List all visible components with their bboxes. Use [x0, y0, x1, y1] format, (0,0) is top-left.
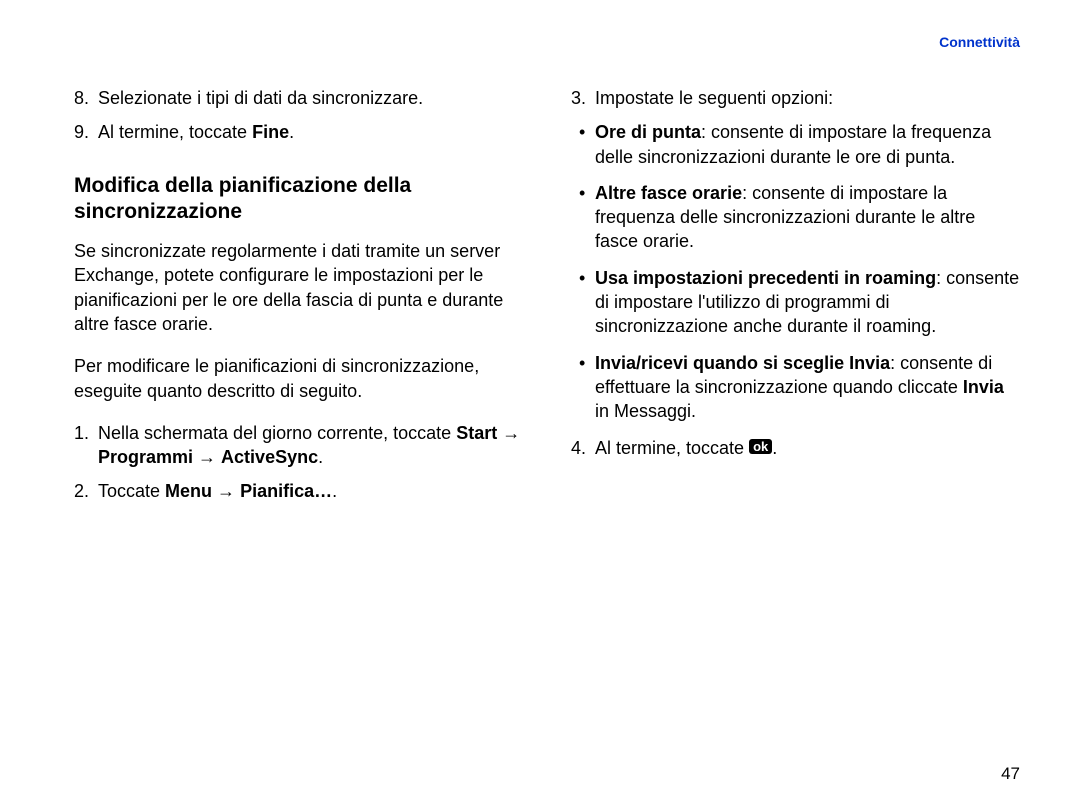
bold: Fine	[252, 122, 289, 142]
bold: Invia/ricevi quando si sceglie Invia	[595, 353, 890, 373]
page-number: 47	[1001, 764, 1020, 784]
list-body: Toccate Menu → Pianifica….	[98, 479, 523, 503]
bullet-body: Ore di punta: consente di impostare la f…	[595, 120, 1020, 169]
list-number: 9.	[74, 120, 98, 144]
bold: Ore di punta	[595, 122, 701, 142]
bullet-icon: •	[579, 351, 595, 424]
text: Nella schermata del giorno corrente, toc…	[98, 423, 456, 443]
bullet-body: Usa impostazioni precedenti in roaming: …	[595, 266, 1020, 339]
text: .	[332, 481, 337, 501]
list-number: 8.	[74, 86, 98, 110]
list-item-2: 2. Toccate Menu → Pianifica….	[74, 479, 523, 503]
bold: Usa impostazioni precedenti in roaming	[595, 268, 936, 288]
list-body: Nella schermata del giorno corrente, toc…	[98, 421, 523, 470]
bullet-item: • Altre fasce orarie: consente di impost…	[579, 181, 1020, 254]
list-number: 1.	[74, 421, 98, 470]
section-header-link: Connettività	[939, 34, 1020, 50]
paragraph: Per modificare le pianificazioni di sinc…	[74, 354, 523, 403]
list-item-4: 4. Al termine, toccate ok.	[571, 436, 1020, 460]
bullet-item: • Ore di punta: consente di impostare la…	[579, 120, 1020, 169]
list-item-9: 9. Al termine, toccate Fine.	[74, 120, 523, 144]
bullet-icon: •	[579, 266, 595, 339]
bold: ActiveSync	[221, 447, 318, 467]
text: Al termine, toccate	[98, 122, 252, 142]
list-item-3: 3. Impostate le seguenti opzioni:	[571, 86, 1020, 110]
right-column: 3. Impostate le seguenti opzioni: • Ore …	[571, 86, 1020, 514]
content-columns: 8. Selezionate i tipi di dati da sincron…	[74, 86, 1020, 514]
bold: Start	[456, 423, 497, 443]
list-body: Al termine, toccate ok.	[595, 436, 1020, 460]
list-number: 2.	[74, 479, 98, 503]
text: Toccate	[98, 481, 165, 501]
arrow: →	[193, 447, 221, 467]
bold: Invia	[963, 377, 1004, 397]
bold: Menu	[165, 481, 212, 501]
arrow: →	[497, 423, 520, 443]
bullet-item: • Invia/ricevi quando si sceglie Invia: …	[579, 351, 1020, 424]
text: .	[289, 122, 294, 142]
bold: Programmi	[98, 447, 193, 467]
list-number: 4.	[571, 436, 595, 460]
bold: Altre fasce orarie	[595, 183, 742, 203]
list-item-1: 1. Nella schermata del giorno corrente, …	[74, 421, 523, 470]
list-number: 3.	[571, 86, 595, 110]
left-column: 8. Selezionate i tipi di dati da sincron…	[74, 86, 523, 514]
section-heading: Modifica della pianificazione della sinc…	[74, 173, 523, 226]
bold: Pianifica…	[240, 481, 332, 501]
text: .	[318, 447, 323, 467]
bullet-body: Invia/ricevi quando si sceglie Invia: co…	[595, 351, 1020, 424]
text: in Messaggi.	[595, 401, 696, 421]
text: Al termine, toccate	[595, 438, 749, 458]
list-body: Al termine, toccate Fine.	[98, 120, 523, 144]
list-item-8: 8. Selezionate i tipi di dati da sincron…	[74, 86, 523, 110]
list-body: Impostate le seguenti opzioni:	[595, 86, 1020, 110]
ok-icon: ok	[749, 439, 772, 454]
list-body: Selezionate i tipi di dati da sincronizz…	[98, 86, 523, 110]
bullet-item: • Usa impostazioni precedenti in roaming…	[579, 266, 1020, 339]
arrow: →	[212, 481, 240, 501]
text: .	[772, 438, 777, 458]
bullet-icon: •	[579, 120, 595, 169]
bullet-body: Altre fasce orarie: consente di impostar…	[595, 181, 1020, 254]
bullet-icon: •	[579, 181, 595, 254]
paragraph: Se sincronizzate regolarmente i dati tra…	[74, 239, 523, 336]
